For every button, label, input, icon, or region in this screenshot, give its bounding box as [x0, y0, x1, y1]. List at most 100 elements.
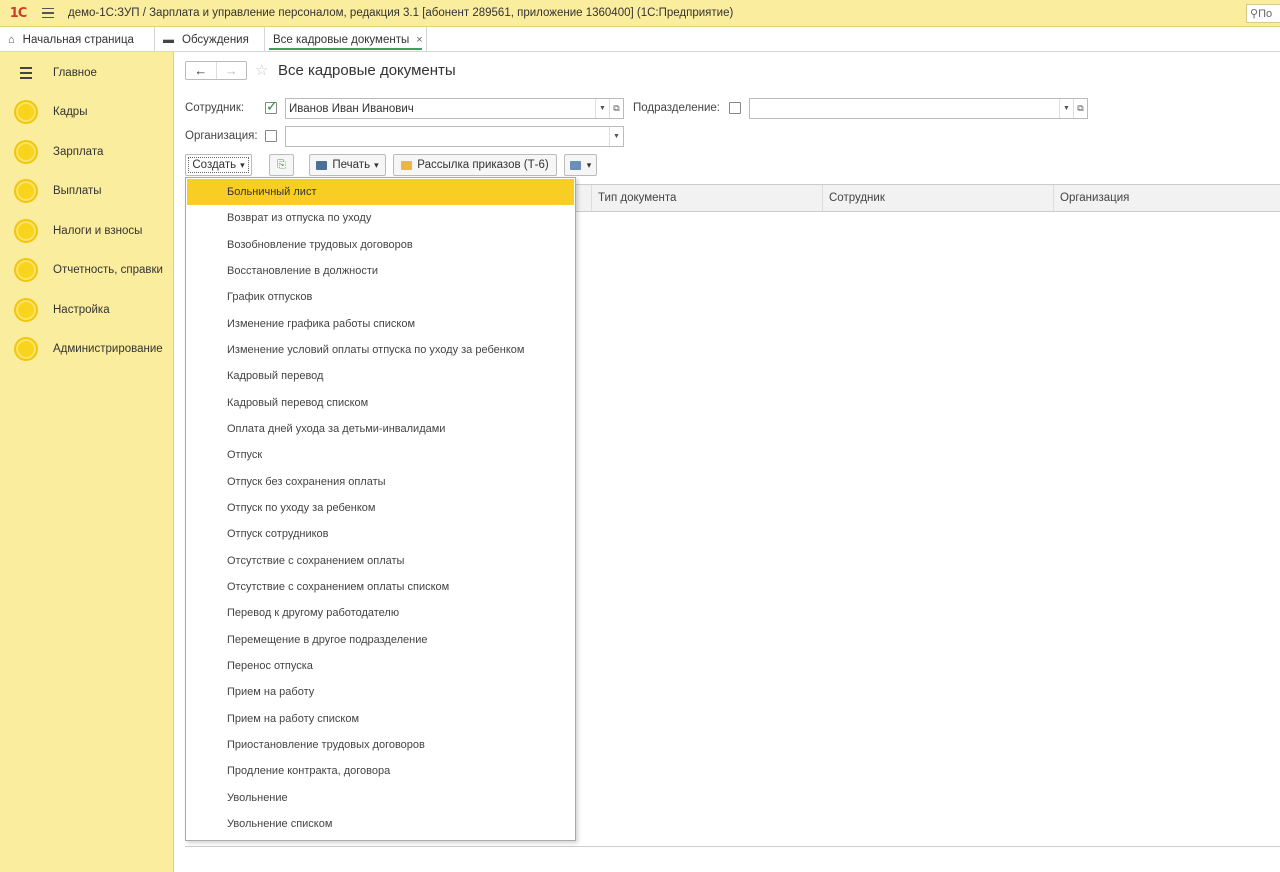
create-menu-item[interactable]: Восстановление в должности [187, 258, 574, 284]
home-icon: ⌂ [8, 33, 15, 46]
open-icon[interactable]: ⧉ [1073, 99, 1087, 118]
create-menu-item[interactable]: Изменение условий оплаты отпуска по уход… [187, 337, 574, 363]
close-icon[interactable]: × [416, 34, 422, 46]
create-menu-item[interactable]: Отсутствие с сохранением оплаты [187, 548, 574, 574]
sidebar-item-label: Зарплата [53, 146, 104, 158]
sidebar-item-label: Отчетность, справки [53, 264, 163, 276]
organization-field[interactable]: ▼ [285, 126, 624, 147]
section-circle-icon [14, 219, 38, 243]
menu-list-icon [20, 67, 32, 79]
sidebar-item-administration[interactable]: Администрирование [0, 334, 174, 364]
copy-button[interactable]: ⎘ [269, 154, 294, 176]
main-menu-icon[interactable] [36, 7, 60, 19]
tab-all-hr-documents[interactable]: Все кадровые документы × [265, 27, 427, 52]
create-menu-item[interactable]: Изменение графика работы списком [187, 311, 574, 337]
tab-label: Начальная страница [22, 33, 134, 46]
create-menu-item[interactable]: Отпуск [187, 442, 574, 468]
sidebar-item-payments[interactable]: Выплаты [0, 176, 174, 206]
employee-field[interactable]: Иванов Иван Иванович ▼ ⧉ [285, 98, 624, 119]
attachment-icon [569, 160, 581, 170]
mailing-orders-button[interactable]: Рассылка приказов (Т-6) [393, 154, 557, 176]
section-circle-icon [14, 337, 38, 361]
table-bottom-border [185, 846, 1280, 847]
sidebar-item-main[interactable]: Главное [0, 58, 174, 88]
department-label: Подразделение: [633, 102, 720, 114]
create-menu-item[interactable]: Отпуск сотрудников [187, 521, 574, 547]
more-actions-button[interactable]: ▾ [564, 154, 597, 176]
sidebar-item-taxes[interactable]: Налоги и взносы [0, 216, 174, 246]
section-circle-icon [14, 258, 38, 282]
dropdown-arrow-icon[interactable]: ▼ [1059, 99, 1073, 118]
create-menu-item[interactable]: Перемещение в другое подразделение [187, 627, 574, 653]
create-menu-item[interactable]: Возобновление трудовых договоров [187, 232, 574, 258]
search-placeholder: По [1258, 7, 1273, 20]
organization-checkbox[interactable] [265, 130, 277, 142]
section-circle-icon [14, 100, 38, 124]
sidebar-item-label: Выплаты [53, 185, 102, 197]
section-circle-icon [14, 179, 38, 203]
section-circle-icon [14, 298, 38, 322]
sidebar: Главное Кадры Зарплата Выплаты Налоги и … [0, 52, 174, 872]
sidebar-item-reports[interactable]: Отчетность, справки [0, 255, 174, 285]
create-menu-item[interactable]: Больничный лист [187, 179, 574, 205]
create-menu: Больничный лист Возврат из отпуска по ухо… [185, 177, 576, 841]
sidebar-item-salary[interactable]: Зарплата [0, 137, 174, 167]
tabs-bar: ⌂ Начальная страница ▬ Обсуждения Все ка… [0, 27, 1280, 52]
column-employee[interactable]: Сотрудник [822, 185, 1053, 211]
create-menu-item[interactable]: Отпуск без сохранения оплаты [187, 469, 574, 495]
forward-arrow-icon[interactable]: → [217, 62, 247, 79]
chevron-down-icon: ▾ [586, 159, 592, 170]
mailing-button-label: Рассылка приказов (Т-6) [417, 159, 549, 171]
copy-icon: ⎘ [277, 158, 286, 171]
back-arrow-icon[interactable]: ← [186, 62, 217, 79]
app-logo[interactable]: 1С [0, 0, 36, 27]
sidebar-item-settings[interactable]: Настройка [0, 295, 174, 325]
chevron-down-icon: ▾ [240, 159, 245, 170]
history-nav: ← → [185, 61, 247, 80]
create-menu-item[interactable]: Отпуск по уходу за ребенком [187, 495, 574, 521]
create-menu-item[interactable]: Возврат из отпуска по уходу [187, 205, 574, 231]
section-circle-icon [14, 140, 38, 164]
department-field[interactable]: ▼ ⧉ [749, 98, 1088, 119]
column-document-type[interactable]: Тип документа [591, 185, 822, 211]
page-title: Все кадровые документы [278, 62, 456, 79]
sidebar-item-label: Налоги и взносы [53, 225, 143, 237]
sidebar-item-hr[interactable]: Кадры [0, 97, 174, 127]
create-button[interactable]: Создать ▾ [185, 154, 252, 176]
create-menu-item[interactable]: Оплата дней ухода за детьми-инвалидами [187, 416, 574, 442]
dropdown-arrow-icon[interactable]: ▼ [595, 99, 609, 118]
tab-home[interactable]: ⌂ Начальная страница [0, 27, 155, 52]
sidebar-item-label: Кадры [53, 106, 88, 118]
create-menu-item[interactable]: График отпусков [187, 284, 574, 310]
column-organization[interactable]: Организация [1053, 185, 1280, 211]
create-menu-item[interactable]: Продление контракта, договора [187, 758, 574, 784]
printer-icon [316, 160, 328, 170]
window-title: демо-1С:ЗУП / Зарплата и управление перс… [68, 7, 734, 19]
dropdown-arrow-icon[interactable]: ▼ [609, 127, 623, 146]
create-menu-item[interactable]: Отсутствие с сохранением оплаты списком [187, 574, 574, 600]
open-icon[interactable]: ⧉ [609, 99, 623, 118]
create-menu-item[interactable]: Увольнение [187, 785, 574, 811]
print-button-label: Печать [332, 159, 371, 171]
print-button[interactable]: Печать ▾ [309, 154, 386, 176]
create-menu-item[interactable]: Увольнение списком [187, 811, 574, 837]
create-menu-item[interactable]: Перевод к другому работодателю [187, 600, 574, 626]
create-menu-item[interactable]: Перенос отпуска [187, 653, 574, 679]
organization-label: Организация: [185, 130, 258, 142]
employee-label: Сотрудник: [185, 102, 245, 114]
global-search-input[interactable]: ⚲ По [1246, 4, 1280, 23]
create-menu-item[interactable]: Прием на работу списком [187, 706, 574, 732]
app-logo-mark: 1С [9, 5, 28, 21]
create-menu-item[interactable]: Кадровый перевод [187, 363, 574, 389]
search-icon: ⚲ [1250, 8, 1259, 20]
department-checkbox[interactable] [729, 102, 741, 114]
create-menu-item[interactable]: Прием на работу [187, 679, 574, 705]
create-menu-item[interactable]: Приостановление трудовых договоров [187, 732, 574, 758]
employee-checkbox[interactable] [265, 98, 278, 115]
favorite-star-icon[interactable]: ☆ [255, 61, 268, 79]
create-button-label: Создать [192, 159, 237, 171]
sidebar-item-label: Администрирование [53, 343, 163, 355]
create-menu-item[interactable]: Кадровый перевод списком [187, 390, 574, 416]
tab-discussions[interactable]: ▬ Обсуждения [155, 27, 265, 52]
envelope-icon [401, 160, 413, 170]
